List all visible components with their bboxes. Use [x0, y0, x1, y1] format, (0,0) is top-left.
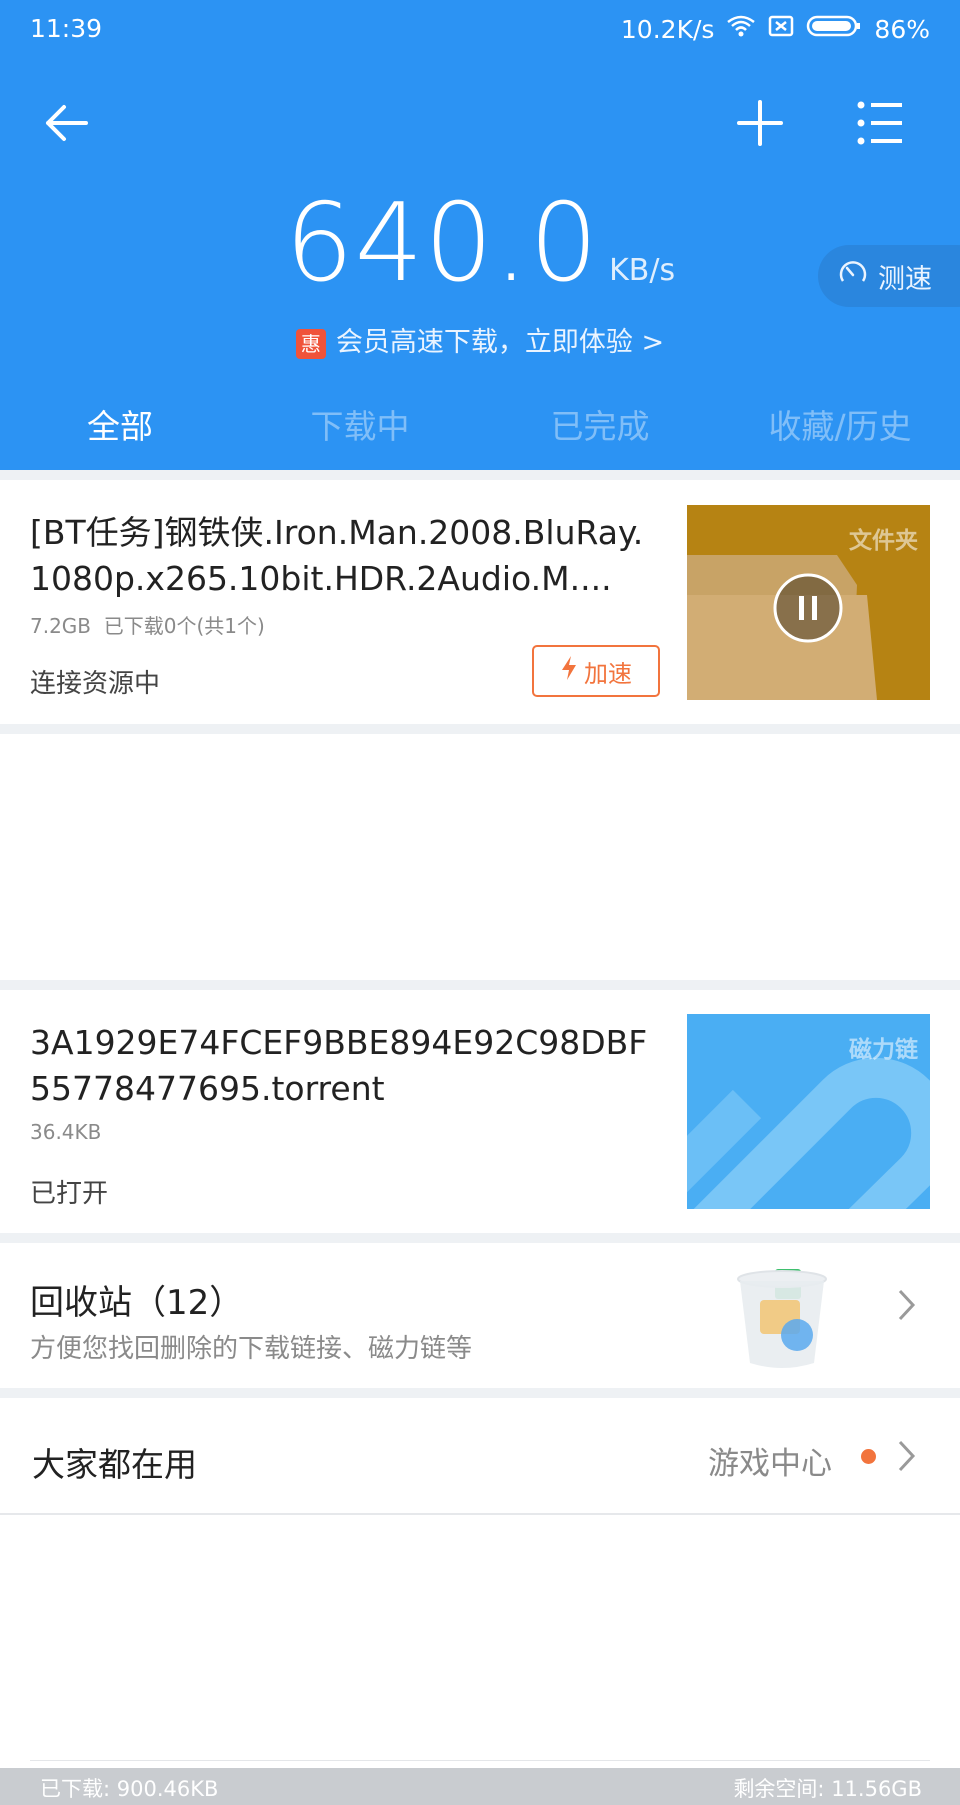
- speed-value: 640.0: [284, 181, 600, 306]
- task-title: 3A1929E74FCEF9BBE894E92C98DBF55778477695…: [30, 1023, 648, 1108]
- trash-bin-icon: [735, 1265, 830, 1374]
- task-meta: 36.4KB: [30, 1120, 102, 1144]
- task-status: 连接资源中: [30, 669, 161, 699]
- lightning-icon: [560, 655, 578, 687]
- empty-area: [0, 734, 960, 980]
- speedometer-icon: [838, 258, 868, 295]
- task-status: 已打开: [30, 1179, 109, 1209]
- notification-dot: [861, 1449, 876, 1464]
- tab-bar: 全部 下载中 已完成 收藏/历史: [0, 400, 960, 460]
- free-space: 剩余空间: 11.56GB: [733, 1777, 922, 1801]
- speedtest-button[interactable]: 测速: [818, 245, 960, 307]
- recycle-subtitle: 方便您找回删除的下载链接、磁力链等: [30, 1334, 473, 1364]
- add-icon[interactable]: [736, 99, 784, 151]
- divider: [0, 724, 960, 734]
- task-meta: 7.2GB 已下载0个(共1个): [30, 614, 265, 638]
- tab-all[interactable]: 全部: [0, 400, 240, 448]
- speed-unit: KB/s: [609, 253, 676, 288]
- wifi-icon: [726, 14, 756, 44]
- folder-thumbnail[interactable]: 文件夹: [687, 505, 930, 700]
- divider: [0, 1388, 960, 1398]
- chevron-right-icon: [896, 1438, 918, 1483]
- speed-display: 640.0 KB/s: [0, 190, 960, 298]
- menu-list-icon[interactable]: [857, 100, 905, 150]
- status-time: 11:39: [30, 14, 103, 43]
- divider: [30, 1760, 930, 1761]
- divider: [0, 470, 960, 480]
- back-arrow-icon[interactable]: [42, 98, 92, 152]
- tab-favorites-history[interactable]: 收藏/历史: [720, 400, 960, 448]
- storage-footer: 已下载: 900.46KB 剩余空间: 11.56GB: [0, 1768, 960, 1805]
- net-speed: 10.2K/s: [620, 14, 715, 44]
- status-right: 10.2K/s 86%: [621, 14, 930, 44]
- thumb-label: 磁力链: [849, 1037, 918, 1063]
- speedtest-label: 测速: [878, 263, 932, 295]
- status-bar: 11:39 10.2K/s 86%: [0, 0, 960, 60]
- chevron-right-icon: [896, 1287, 918, 1332]
- no-sim-icon: [768, 14, 794, 44]
- promo-text: 会员高速下载，立即体验 >: [335, 327, 665, 358]
- divider: [0, 1233, 960, 1243]
- divider: [0, 980, 960, 990]
- boost-button[interactable]: 加速: [532, 645, 660, 697]
- downloaded-size: 已下载: 900.46KB: [40, 1777, 219, 1801]
- boost-label: 加速: [584, 659, 632, 688]
- magnet-thumbnail[interactable]: 磁力链: [687, 1014, 930, 1209]
- divider: [0, 1513, 960, 1515]
- thumb-label: 文件夹: [849, 528, 918, 554]
- pause-icon[interactable]: [772, 572, 844, 648]
- game-center-link[interactable]: 游戏中心: [708, 1438, 832, 1483]
- popular-title: 大家都在用: [32, 1445, 197, 1484]
- task-title: [BT任务]钢铁侠.Iron.Man.2008.BluRay.1080p.x26…: [30, 513, 644, 598]
- battery-percent: 86%: [874, 14, 930, 44]
- promo-badge: 惠: [295, 328, 326, 359]
- tab-downloading[interactable]: 下载中: [240, 400, 480, 448]
- popular-row[interactable]: 大家都在用 游戏中心: [0, 1398, 960, 1513]
- download-task-item[interactable]: [BT任务]钢铁侠.Iron.Man.2008.BluRay.1080p.x26…: [0, 480, 960, 724]
- download-task-item[interactable]: 3A1929E74FCEF9BBE894E92C98DBF55778477695…: [0, 990, 960, 1233]
- header: 11:39 10.2K/s 86% 640.0 KB/s 惠 会员高速下载，立即…: [0, 0, 960, 470]
- recycle-title: 回收站（12）: [30, 1283, 244, 1323]
- vip-promo-link[interactable]: 惠会员高速下载，立即体验 >: [0, 320, 960, 359]
- tab-completed[interactable]: 已完成: [480, 400, 720, 448]
- recycle-bin-row[interactable]: 回收站（12） 方便您找回删除的下载链接、磁力链等: [0, 1243, 960, 1388]
- battery-icon: [806, 14, 862, 44]
